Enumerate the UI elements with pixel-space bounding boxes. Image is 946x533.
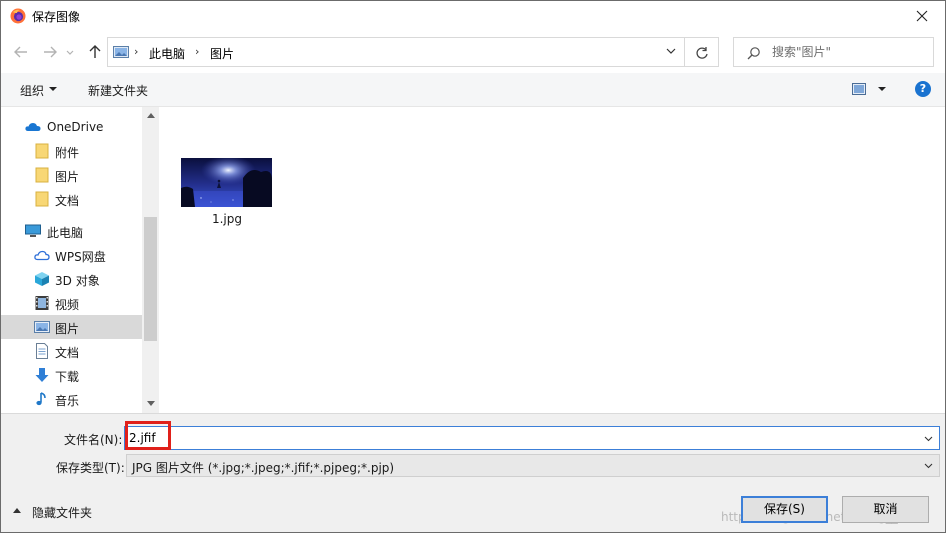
sidebar-item-label: 附件 [55,146,80,160]
hide-folders-toggle[interactable]: 隐藏文件夹 [13,503,123,521]
sidebar-item-music[interactable]: 音乐 [1,387,142,411]
view-caret-icon[interactable] [878,87,886,91]
sidebar-item-attachments[interactable]: 附件 [1,139,142,163]
highlight-box [125,421,171,450]
sidebar-item-label: 视频 [55,298,80,312]
sidebar-item-3d-objects[interactable]: 3D 对象 [1,267,142,291]
file-type-select[interactable]: JPG 图片文件 (*.jpg;*.jpeg;*.jfif;*.pjpeg;*.… [126,454,940,477]
forward-arrow-icon[interactable] [41,43,59,61]
cancel-button[interactable]: 取消 [842,496,929,523]
sidebar-item-wps-drive[interactable]: WPS网盘 [1,243,142,267]
image-thumbnail [181,158,272,207]
music-icon [36,392,46,406]
file-name: 1.jpg [211,212,243,226]
file-type-label: 保存类型(T): [56,461,125,475]
folder-icon [35,191,49,207]
sidebar-item-label: 下载 [55,370,80,384]
sidebar-item-label: 音乐 [55,394,80,408]
sidebar-item-onedrive[interactable]: OneDrive [1,115,142,139]
chevron-down-icon[interactable] [924,434,933,443]
sidebar-item-downloads[interactable]: 下载 [1,363,142,387]
scroll-up-icon[interactable] [147,113,155,118]
breadcrumb-this-pc[interactable]: 此电脑 [149,45,185,62]
cloud-icon [25,123,41,131]
back-arrow-icon[interactable] [12,43,30,61]
sidebar-item-label: OneDrive [47,120,104,134]
pictures-icon [34,321,50,333]
sidebar-item-videos[interactable]: 视频 [1,291,142,315]
pictures-folder-icon [113,46,129,58]
sidebar-item-label: 此电脑 [47,226,84,240]
file-item[interactable]: 1.jpg [175,153,275,233]
breadcrumb-pictures[interactable]: 图片 [210,45,234,62]
refresh-button[interactable] [685,37,719,67]
sidebar-item-label: 3D 对象 [55,274,100,288]
save-form: 文件名(N): 保存类型(T): JPG 图片文件 (*.jpg;*.jpeg;… [1,413,945,532]
breadcrumb-separator: › [134,45,139,58]
sidebar-item-label: 文档 [55,194,80,208]
address-bar[interactable]: › 此电脑 › 图片 [107,37,685,67]
dialog-title: 保存图像 [32,10,81,24]
search-input[interactable] [772,44,922,60]
sidebar-scrollbar[interactable] [142,107,159,413]
close-icon [916,10,928,22]
command-toolbar: 组织 新建文件夹 ? [1,73,945,107]
folder-icon [35,143,49,159]
sidebar-item-label: 图片 [55,170,80,184]
filename-field[interactable] [124,426,940,450]
download-icon [35,368,49,382]
address-row: › 此电脑 › 图片 [1,33,945,71]
sidebar-item-pictures[interactable]: 图片 [1,315,142,339]
help-button[interactable]: ? [915,81,931,97]
save-image-dialog: 保存图像 › 此电脑 › 图片 搜索"图片" 组织 新建文件夹 ? OneDri… [0,0,946,533]
sidebar-item-onedrive-documents[interactable]: 文档 [1,187,142,211]
up-arrow-icon[interactable] [86,43,104,61]
filename-input[interactable] [129,430,909,446]
scrollbar-thumb[interactable] [144,217,157,341]
close-button[interactable] [899,1,945,31]
chevron-down-icon[interactable] [666,47,676,55]
cube-icon [35,272,49,286]
search-icon [747,47,760,60]
document-icon [36,343,48,359]
firefox-icon [10,8,26,24]
video-icon [35,296,49,310]
chevron-up-icon [13,508,21,513]
navigation-pane: OneDrive 附件 图片 文档 此电脑 WPS网盘 3D 对象 视频 图片 … [1,107,159,413]
chevron-down-icon[interactable] [924,461,933,470]
view-options-icon[interactable] [852,83,866,95]
search-box[interactable] [733,37,934,67]
cloud-drive-icon [34,250,50,261]
sidebar-item-label: WPS网盘 [55,250,106,264]
filename-label: 文件名(N): [64,433,123,447]
sidebar-item-documents[interactable]: 文档 [1,339,142,363]
title-bar: 保存图像 [1,1,945,31]
file-type-value: JPG 图片文件 (*.jpg;*.jpeg;*.jfif;*.pjpeg;*.… [132,461,395,475]
computer-icon [25,224,41,237]
new-folder-button[interactable]: 新建文件夹 [88,82,148,99]
sidebar-item-this-pc[interactable]: 此电脑 [1,219,142,243]
sidebar-item-label: 图片 [55,322,80,336]
hide-folders-label: 隐藏文件夹 [32,506,93,520]
organize-caret-icon[interactable] [49,87,57,91]
recent-dropdown-icon[interactable] [65,43,75,61]
sidebar-item-label: 文档 [55,346,80,360]
save-button[interactable]: 保存(S) [741,496,828,523]
scroll-down-icon[interactable] [147,401,155,406]
refresh-icon [696,47,708,59]
sidebar-item-onedrive-pictures[interactable]: 图片 [1,163,142,187]
breadcrumb-separator: › [195,45,200,58]
file-list[interactable]: 1.jpg [159,107,945,413]
folder-icon [35,167,49,183]
organize-menu[interactable]: 组织 [20,82,44,99]
